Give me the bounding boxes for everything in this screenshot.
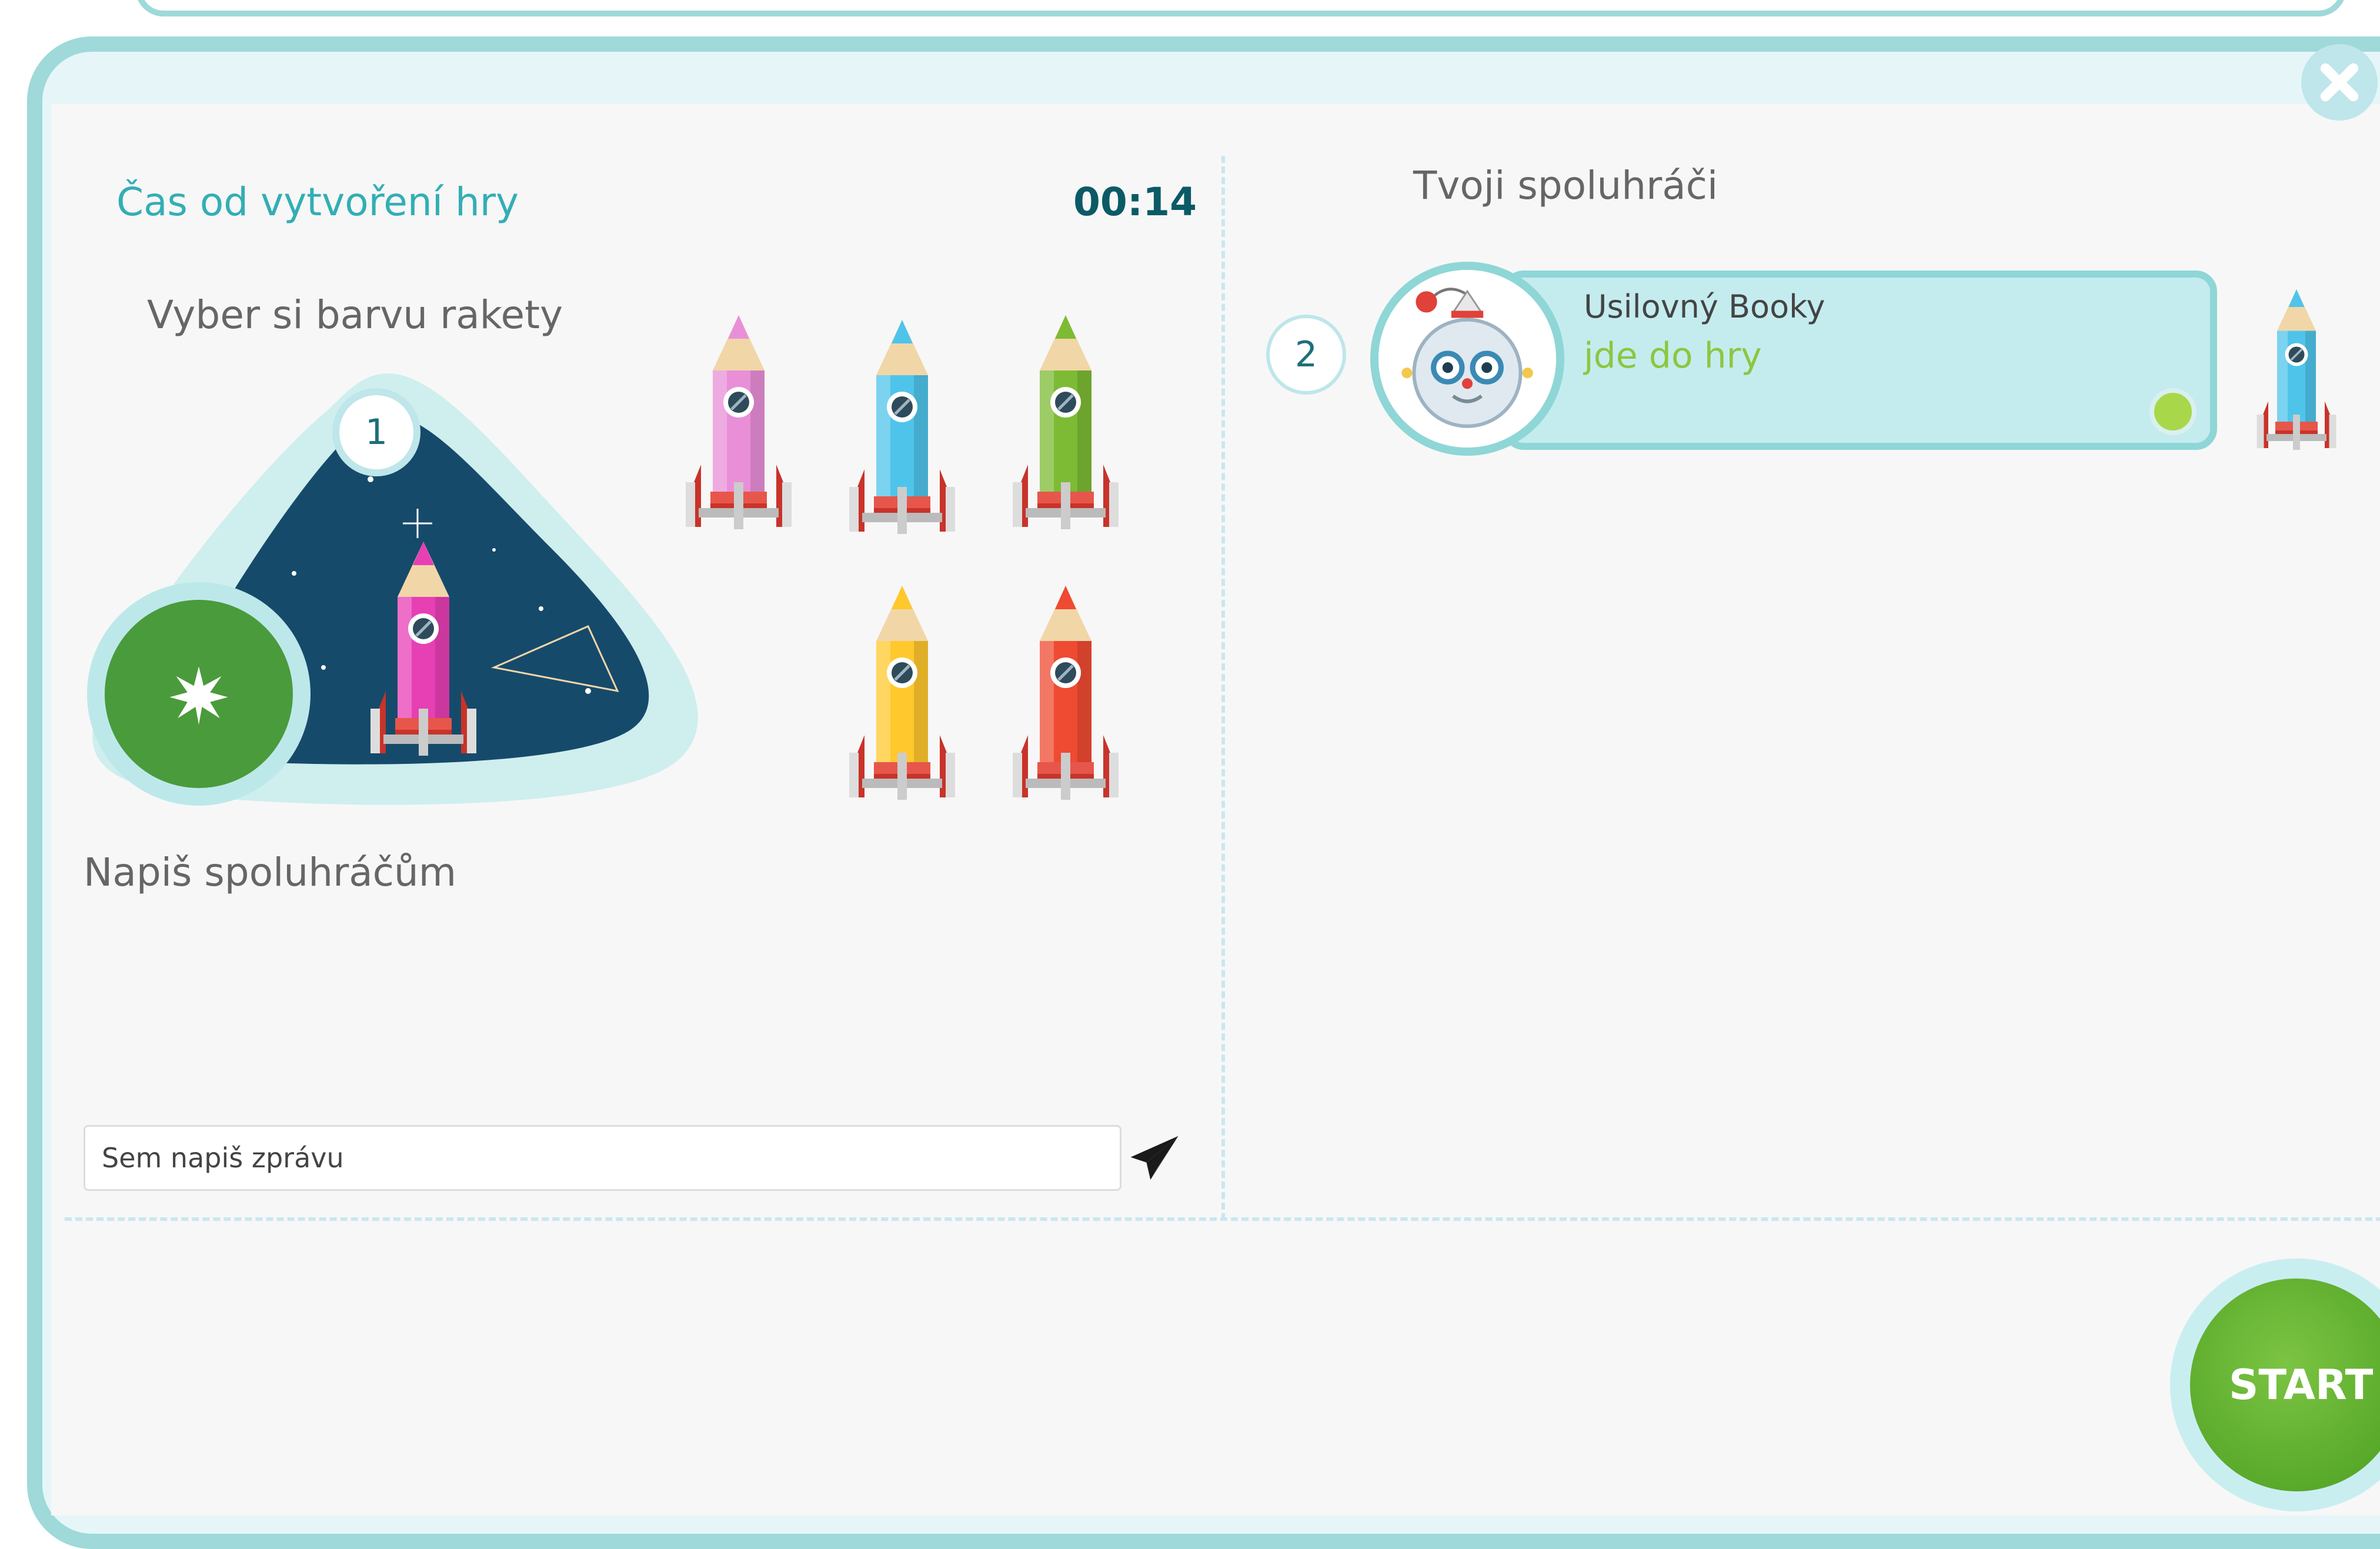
shuffle-color-button[interactable] xyxy=(87,582,311,806)
rocket-picker-label: Vyber si barvu rakety xyxy=(147,292,563,338)
player-avatar xyxy=(1370,262,1564,456)
top-banner-frame xyxy=(135,0,2346,16)
rocket-option-yellow[interactable] xyxy=(843,576,961,800)
footer-divider xyxy=(65,1217,2380,1221)
chat-label: Napiš spoluhráčům xyxy=(84,850,457,895)
close-button[interactable] xyxy=(2301,44,2378,121)
player-number: 2 xyxy=(1294,334,1318,375)
teammates-label: Tvoji spoluhráči xyxy=(1413,163,1718,208)
rocket-option-red[interactable] xyxy=(1007,576,1124,800)
close-icon xyxy=(2320,63,2359,102)
player-slot-number: 1 xyxy=(365,412,388,453)
rocket-option-pink[interactable] xyxy=(680,306,797,529)
column-divider xyxy=(1221,156,1225,1220)
timer-label: Čas od vytvoření hry xyxy=(116,179,519,225)
start-button-label: START xyxy=(2229,1361,2374,1409)
send-message-button[interactable] xyxy=(1128,1132,1181,1185)
player-number-badge: 2 xyxy=(1266,315,1346,395)
timer-value: 00:14 xyxy=(1073,179,1197,225)
star-icon xyxy=(169,666,228,725)
paper-plane-icon xyxy=(1130,1136,1179,1180)
player-status: jde do hry xyxy=(1584,335,1762,376)
robot-avatar-icon xyxy=(1378,270,1556,448)
chat-message-input[interactable] xyxy=(84,1125,1121,1191)
player-rocket-icon xyxy=(2252,282,2341,450)
selected-rocket-icon xyxy=(365,532,482,756)
online-status-indicator xyxy=(2149,388,2197,435)
rocket-option-blue[interactable] xyxy=(843,311,961,534)
player-slot-number-badge: 1 xyxy=(332,388,420,476)
player-name: Usilovný Booky xyxy=(1584,288,1825,325)
rocket-option-green[interactable] xyxy=(1007,306,1124,529)
